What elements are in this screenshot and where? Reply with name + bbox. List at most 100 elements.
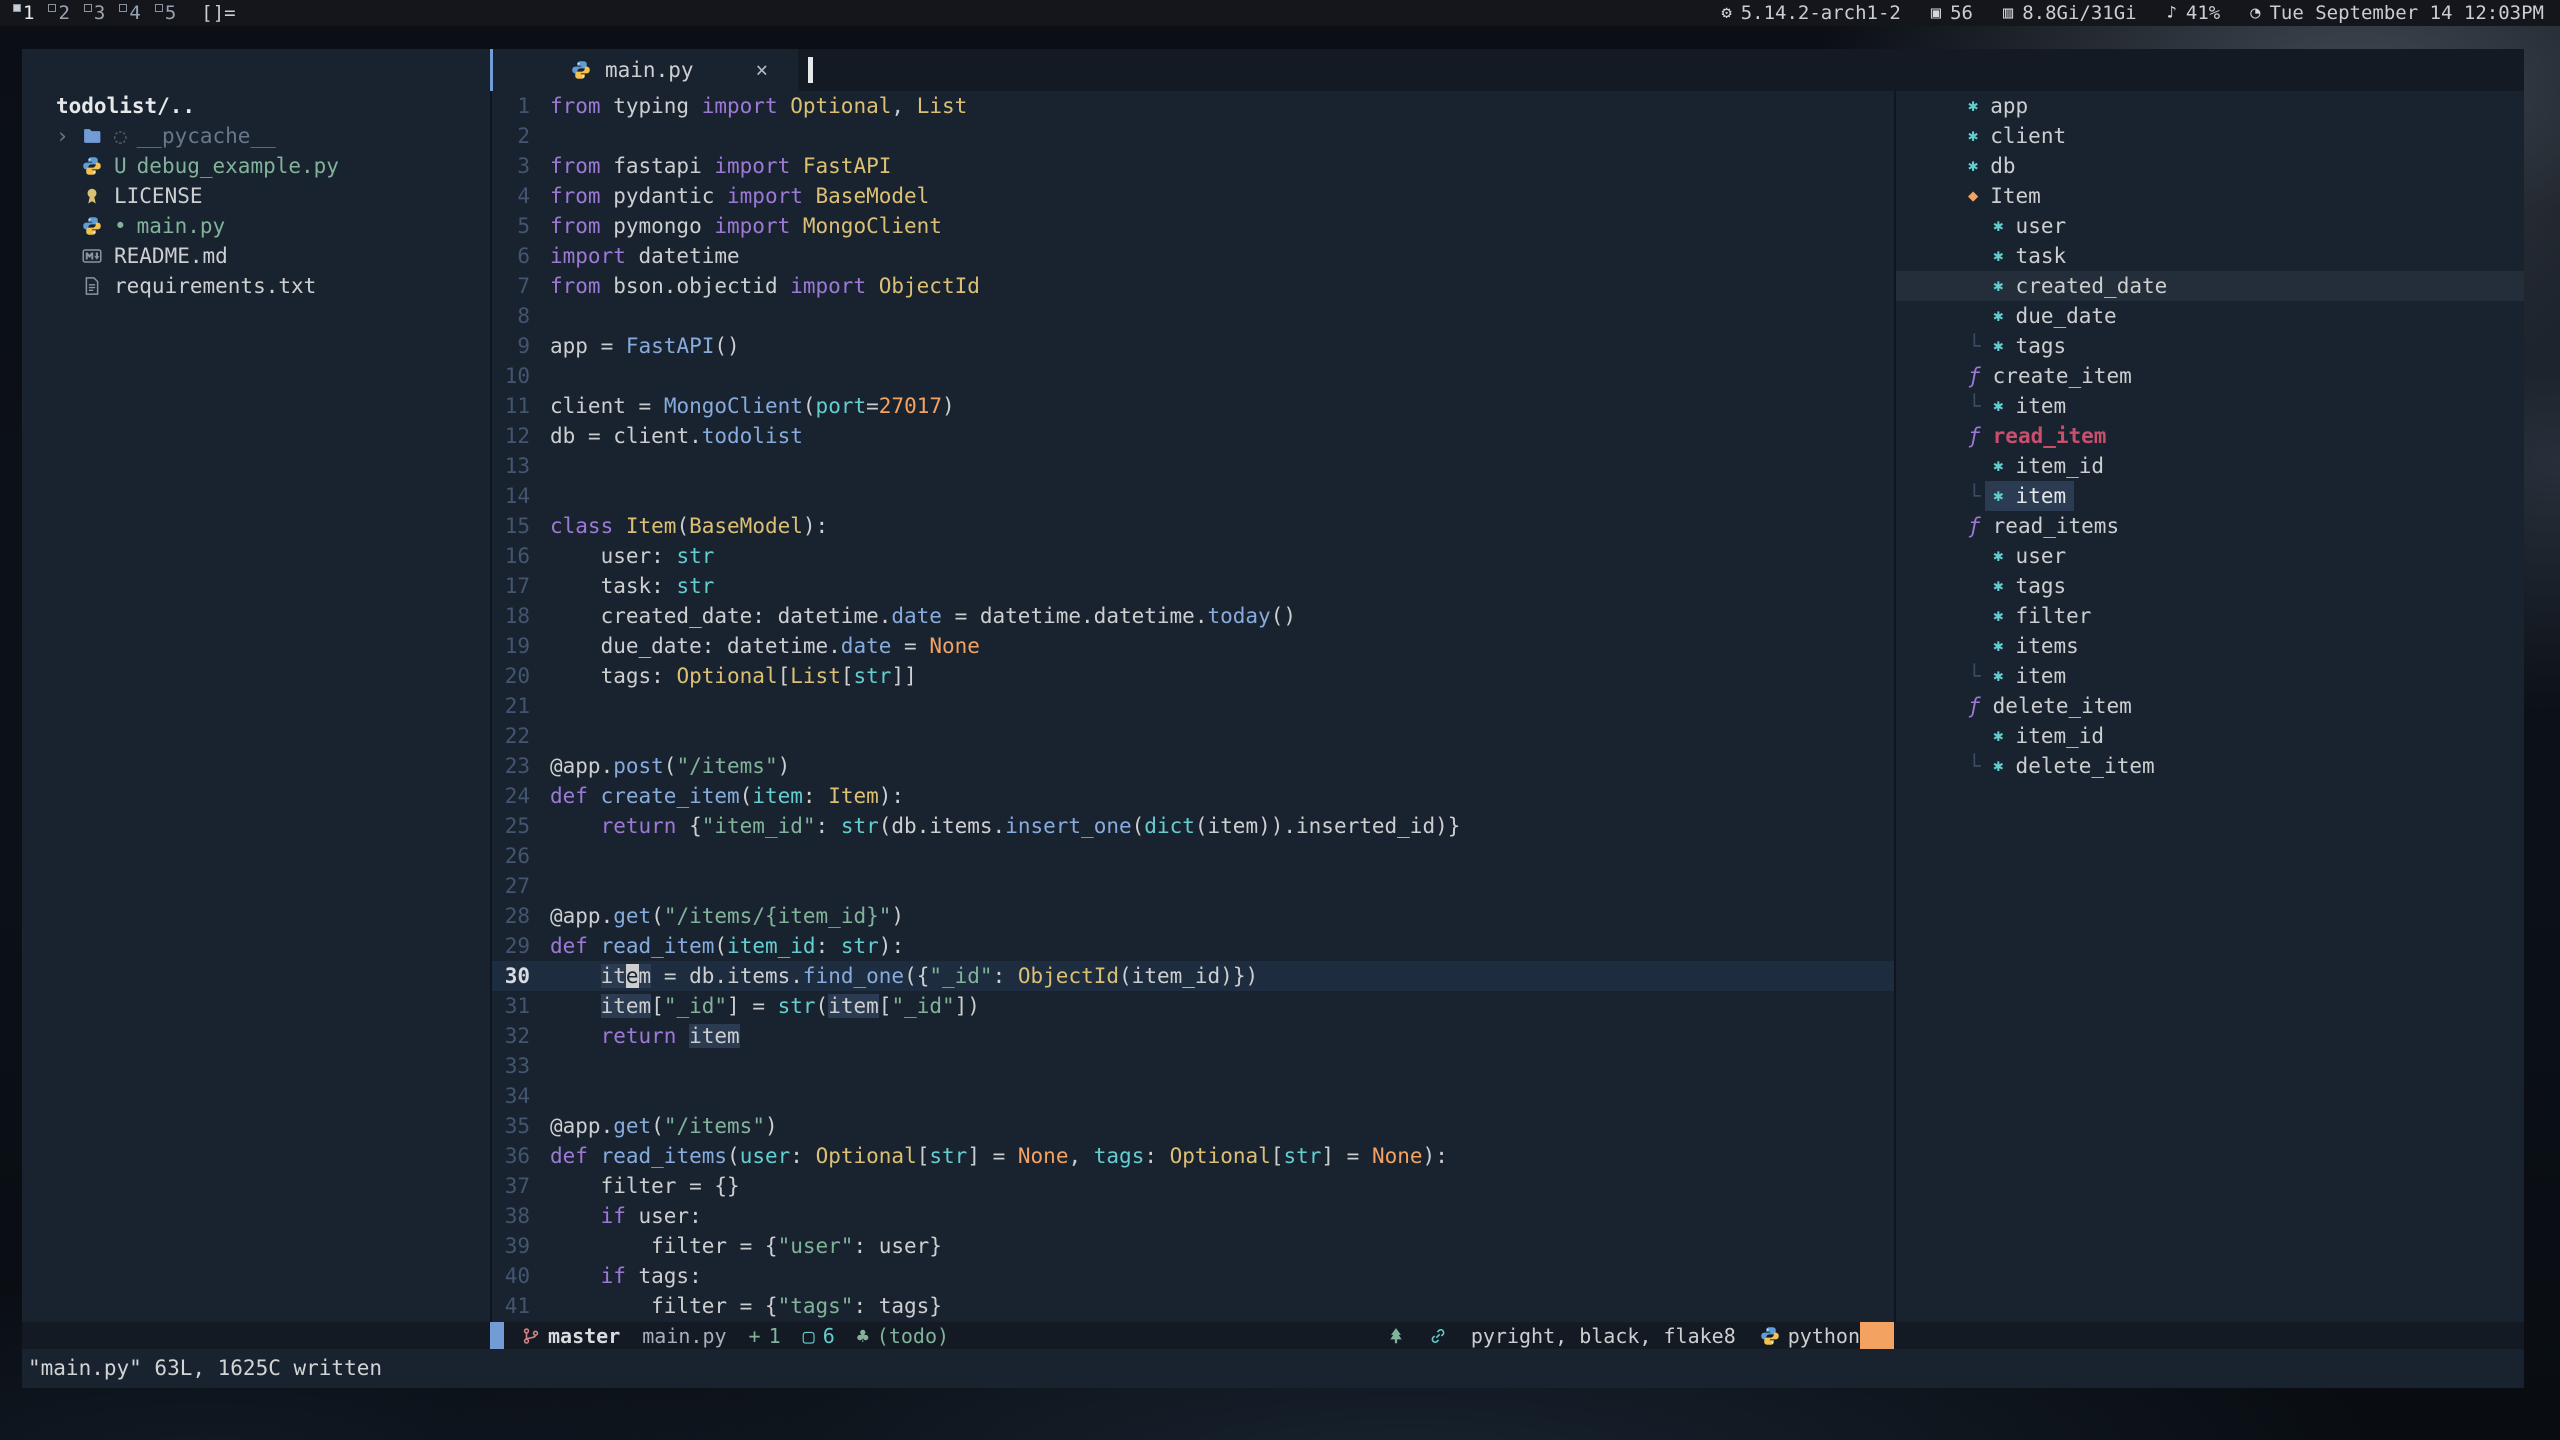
wm-layout-symbol[interactable]: []= [201, 2, 235, 24]
symbol-tags[interactable]: └ ✱tags [1896, 331, 2524, 361]
code-line-34[interactable]: 34 [492, 1081, 1894, 1111]
line-number: 30 [492, 961, 550, 991]
code-line-29[interactable]: 29def read_item(item_id: str): [492, 931, 1894, 961]
code-line-35[interactable]: 35@app.get("/items") [492, 1111, 1894, 1141]
workspace-tag-1[interactable]: 1 [10, 2, 45, 24]
python-icon [1760, 1326, 1780, 1346]
code-line-32[interactable]: 32 return item [492, 1021, 1894, 1051]
code-line-37[interactable]: 37 filter = {} [492, 1171, 1894, 1201]
symbol-created_date[interactable]: ✱created_date [1896, 271, 2524, 301]
folder-icon [82, 126, 114, 146]
code-line-8[interactable]: 8 [492, 301, 1894, 331]
folder-collapse-arrow[interactable]: › [56, 121, 82, 151]
code-line-27[interactable]: 27 [492, 871, 1894, 901]
symbol-tags[interactable]: ✱tags [1896, 571, 2524, 601]
code-line-1[interactable]: 1from typing import Optional, List [492, 91, 1894, 121]
line-text: return {"item_id": str(db.items.insert_o… [550, 811, 1894, 841]
symbol-due_date[interactable]: ✱due_date [1896, 301, 2524, 331]
line-text [550, 721, 1894, 751]
symbol-Item[interactable]: ◆Item [1896, 181, 2524, 211]
tab-close-button[interactable]: × [756, 58, 769, 82]
symbol-delete_item[interactable]: └ ✱delete_item [1896, 751, 2524, 781]
code-line-17[interactable]: 17 task: str [492, 571, 1894, 601]
code-line-5[interactable]: 5from pymongo import MongoClient [492, 211, 1894, 241]
code-line-22[interactable]: 22 [492, 721, 1894, 751]
code-line-31[interactable]: 31 item["_id"] = str(item["_id"]) [492, 991, 1894, 1021]
code-line-6[interactable]: 6import datetime [492, 241, 1894, 271]
license-icon [82, 186, 114, 206]
code-line-21[interactable]: 21 [492, 691, 1894, 721]
code-line-19[interactable]: 19 due_date: datetime.date = None [492, 631, 1894, 661]
statusline-git-branch: master [522, 1324, 620, 1348]
code-line-12[interactable]: 12db = client.todolist [492, 421, 1894, 451]
symbol-create_item[interactable]: ƒcreate_item [1896, 361, 2524, 391]
code-line-36[interactable]: 36def read_items(user: Optional[str] = N… [492, 1141, 1894, 1171]
symbol-item[interactable]: └ ✱item [1896, 481, 2524, 511]
code-editor[interactable]: 1from typing import Optional, List23from… [490, 91, 1894, 1322]
symbol-delete_item[interactable]: ƒdelete_item [1896, 691, 2524, 721]
workspace-tag-5[interactable]: 5 [152, 2, 187, 24]
code-line-18[interactable]: 18 created_date: datetime.date = datetim… [492, 601, 1894, 631]
symbol-db[interactable]: ✱db [1896, 151, 2524, 181]
file-tree-item-requirements.txt[interactable]: requirements.txt [22, 271, 490, 301]
symbol-task[interactable]: ✱task [1896, 241, 2524, 271]
wm-statusbar: 12345 []= ⚙5.14.2-arch1-2▣56▥8.8Gi/31Gi♪… [0, 0, 2560, 26]
symbol-item[interactable]: └ ✱item [1896, 661, 2524, 691]
file-tree-root[interactable]: todolist/.. [22, 91, 490, 121]
code-line-41[interactable]: 41 filter = {"tags": tags} [492, 1291, 1894, 1321]
code-line-28[interactable]: 28@app.get("/items/{item_id}") [492, 901, 1894, 931]
symbol-items[interactable]: ✱items [1896, 631, 2524, 661]
file-tree-item-debug_example.py[interactable]: Udebug_example.py [22, 151, 490, 181]
statusline-git-added: +1 [749, 1324, 781, 1348]
workspace-tag-3[interactable]: 3 [81, 2, 116, 24]
symbol-client[interactable]: ✱client [1896, 121, 2524, 151]
symbol-item_id[interactable]: ✱item_id [1896, 451, 2524, 481]
file-tree-item-main.py[interactable]: •main.py [22, 211, 490, 241]
symbol-item[interactable]: └ ✱item [1896, 391, 2524, 421]
file-tree-item-README.md[interactable]: README.md [22, 241, 490, 271]
code-line-16[interactable]: 16 user: str [492, 541, 1894, 571]
file-tree-item-LICENSE[interactable]: LICENSE [22, 181, 490, 211]
code-line-25[interactable]: 25 return {"item_id": str(db.items.inser… [492, 811, 1894, 841]
branch-icon [522, 1327, 540, 1345]
code-line-24[interactable]: 24def create_item(item: Item): [492, 781, 1894, 811]
symbol-user[interactable]: ✱user [1896, 211, 2524, 241]
code-line-20[interactable]: 20 tags: Optional[List[str]] [492, 661, 1894, 691]
code-line-3[interactable]: 3from fastapi import FastAPI [492, 151, 1894, 181]
variable-icon: ✱ [1993, 391, 2003, 421]
workspace-tag-4[interactable]: 4 [116, 2, 151, 24]
symbol-read_items[interactable]: ƒread_items [1896, 511, 2524, 541]
code-line-10[interactable]: 10 [492, 361, 1894, 391]
code-line-4[interactable]: 4from pydantic import BaseModel [492, 181, 1894, 211]
code-line-11[interactable]: 11client = MongoClient(port=27017) [492, 391, 1894, 421]
code-line-14[interactable]: 14 [492, 481, 1894, 511]
code-line-26[interactable]: 26 [492, 841, 1894, 871]
code-line-15[interactable]: 15class Item(BaseModel): [492, 511, 1894, 541]
code-line-7[interactable]: 7from bson.objectid import ObjectId [492, 271, 1894, 301]
code-line-33[interactable]: 33 [492, 1051, 1894, 1081]
file-tree-item-__pycache__[interactable]: ›◌__pycache__ [22, 121, 490, 151]
code-line-39[interactable]: 39 filter = {"user": user} [492, 1231, 1894, 1261]
line-number: 15 [492, 511, 550, 541]
markdown-icon [82, 246, 114, 266]
statusbar-module-memory: ▥8.8Gi/31Gi [2003, 2, 2137, 24]
filename-text: main.py [642, 1324, 726, 1348]
code-line-13[interactable]: 13 [492, 451, 1894, 481]
code-line-2[interactable]: 2 [492, 121, 1894, 151]
code-line-38[interactable]: 38 if user: [492, 1201, 1894, 1231]
symbol-user[interactable]: ✱user [1896, 541, 2524, 571]
line-number: 19 [492, 631, 550, 661]
code-line-9[interactable]: 9app = FastAPI() [492, 331, 1894, 361]
symbol-app[interactable]: ✱app [1896, 91, 2524, 121]
symbol-filter[interactable]: ✱filter [1896, 601, 2524, 631]
line-text [550, 871, 1894, 901]
symbol-item_id[interactable]: ✱item_id [1896, 721, 2524, 751]
tab-main.py[interactable]: main.py× [490, 49, 798, 91]
code-line-30[interactable]: 30 item = db.items.find_one({"_id": Obje… [492, 961, 1894, 991]
workspace-tag-2[interactable]: 2 [45, 2, 80, 24]
variable-icon: ✱ [1993, 571, 2003, 601]
code-line-40[interactable]: 40 if tags: [492, 1261, 1894, 1291]
code-line-23[interactable]: 23@app.post("/items") [492, 751, 1894, 781]
symbol-read_item[interactable]: ƒread_item [1896, 421, 2524, 451]
line-text [550, 121, 1894, 151]
